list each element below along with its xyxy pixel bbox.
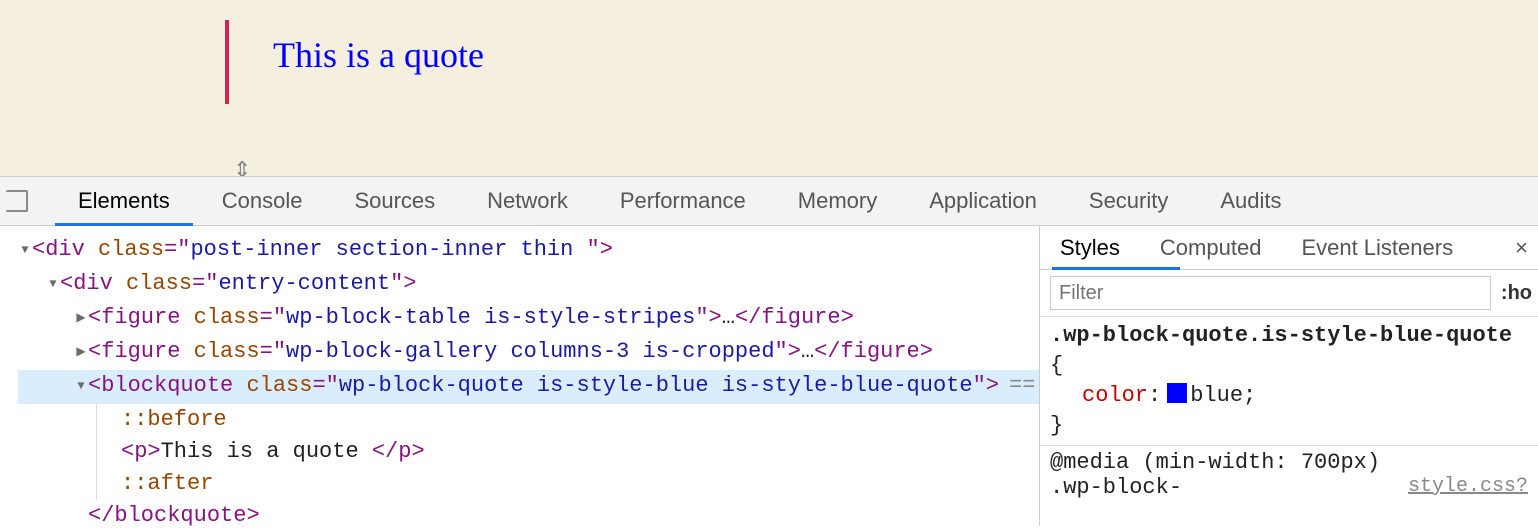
styles-tab-styles[interactable]: Styles (1040, 235, 1140, 261)
styles-panel: Styles Computed Event Listeners × :ho .w… (1040, 226, 1538, 526)
tab-network[interactable]: Network (461, 188, 594, 214)
tab-security[interactable]: Security (1063, 188, 1194, 214)
dom-row-blockquote-selected[interactable]: <blockquote class="wp-block-quote is-sty… (18, 370, 1039, 404)
disclosure-triangle-icon[interactable] (46, 266, 60, 300)
dom-row-entry-content[interactable]: <div class="entry-content"> (18, 268, 1039, 302)
tab-performance[interactable]: Performance (594, 188, 772, 214)
devtools-body: <div class="post-inner section-inner thi… (0, 226, 1538, 526)
selected-tab-underline (55, 223, 193, 226)
css-close-brace: } (1050, 413, 1063, 438)
media-selector: .wp-block- (1050, 475, 1182, 500)
css-selector: .wp-block-quote.is-style-blue-quote (1050, 323, 1512, 348)
dom-row-figure-gallery[interactable]: <figure class="wp-block-gallery columns-… (18, 336, 1039, 370)
stylesheet-link[interactable]: style.css? (1408, 475, 1532, 498)
dom-row-paragraph[interactable]: <p>This is a quote </p> (121, 436, 1039, 468)
css-media-rule[interactable]: @media (min-width: 700px) .wp-block- sty… (1040, 446, 1538, 500)
page-preview: This is a quote ⇕ (0, 0, 1538, 176)
css-property-value[interactable]: blue (1190, 383, 1243, 408)
quote-text: This is a quote (273, 35, 484, 75)
css-property-name[interactable]: color (1050, 383, 1148, 408)
styles-filter-input[interactable] (1050, 276, 1491, 310)
tab-elements[interactable]: Elements (52, 188, 196, 214)
tab-sources[interactable]: Sources (328, 188, 461, 214)
tab-application[interactable]: Application (903, 188, 1063, 214)
dom-children-guide: ::before <p>This is a quote </p> ::after (96, 404, 1039, 500)
styles-filter-row: :ho (1040, 270, 1538, 317)
dom-row-blockquote-close[interactable]: </blockquote> (18, 500, 1039, 532)
dom-row-post-inner[interactable]: <div class="post-inner section-inner thi… (18, 234, 1039, 268)
inspect-icon[interactable] (6, 190, 28, 212)
css-open-brace: { (1050, 353, 1063, 378)
disclosure-triangle-icon[interactable] (74, 334, 88, 368)
hov-toggle[interactable]: :ho (1501, 282, 1532, 305)
close-icon[interactable]: × (1505, 235, 1538, 261)
dom-row-figure-table[interactable]: <figure class="wp-block-table is-style-s… (18, 302, 1039, 336)
styles-tabbar: Styles Computed Event Listeners × (1040, 226, 1538, 270)
tab-audits[interactable]: Audits (1194, 188, 1307, 214)
media-query-text: @media (min-width: 700px) (1050, 450, 1380, 475)
devtools-tabbar: Elements Console Sources Network Perform… (0, 176, 1538, 226)
selected-styles-underline (1052, 267, 1180, 270)
dom-row-pseudo-before[interactable]: ::before (121, 404, 1039, 436)
disclosure-triangle-icon[interactable] (74, 368, 88, 402)
styles-tab-computed[interactable]: Computed (1140, 235, 1282, 261)
elements-panel[interactable]: <div class="post-inner section-inner thi… (0, 226, 1040, 526)
dom-row-pseudo-after[interactable]: ::after (121, 468, 1039, 500)
rendered-blockquote: This is a quote (225, 20, 484, 104)
tab-memory[interactable]: Memory (772, 188, 903, 214)
styles-tab-event-listeners[interactable]: Event Listeners (1281, 235, 1473, 261)
css-rule[interactable]: .wp-block-quote.is-style-blue-quote { co… (1040, 317, 1538, 446)
color-swatch-icon[interactable] (1167, 383, 1187, 403)
selected-marker: == (999, 373, 1035, 398)
tab-console[interactable]: Console (196, 188, 329, 214)
disclosure-triangle-icon[interactable] (74, 300, 88, 334)
disclosure-triangle-icon[interactable] (18, 232, 32, 266)
